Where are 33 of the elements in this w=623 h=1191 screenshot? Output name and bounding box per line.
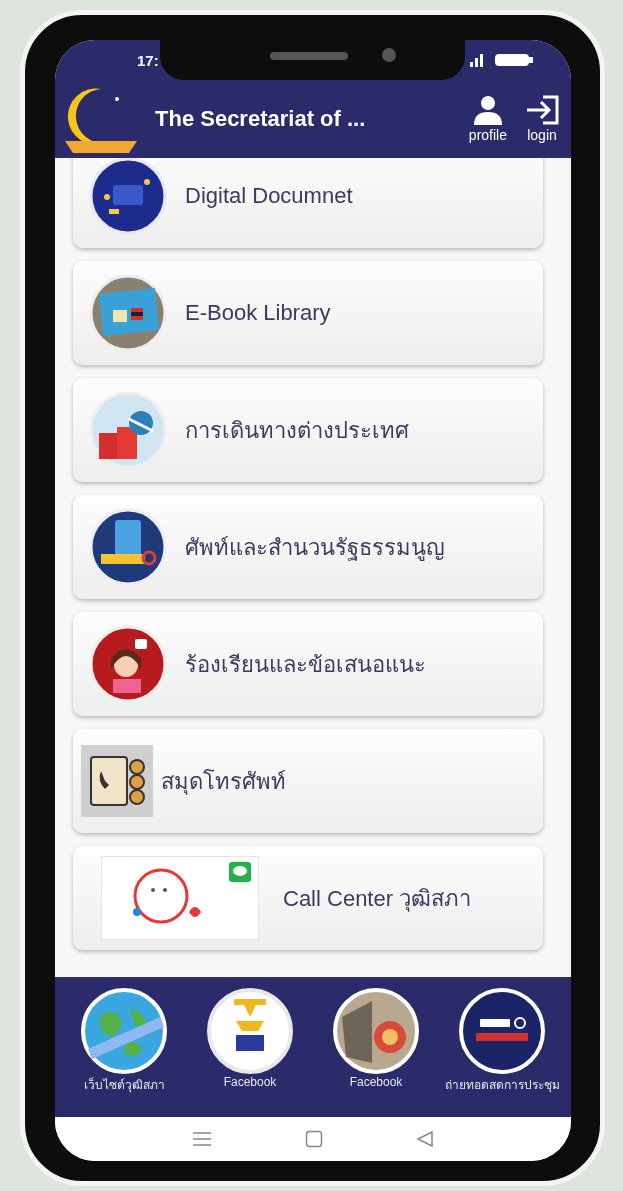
building-photo-icon[interactable] [332,987,420,1075]
menu-card[interactable]: การเดินทางต่างประเทศ [73,378,543,482]
menu-label: E-Book Library [185,300,331,326]
login-button[interactable]: login [521,91,563,147]
nav-label: Facebook [349,1075,403,1089]
signal-icon [469,53,483,67]
menu-label: ศัพท์และสำนวนรัฐธรรมนูญ [185,533,445,563]
menu-card[interactable]: ศัพท์และสำนวนรัฐธรรมนูญ [73,495,543,599]
live-streaming-icon[interactable] [458,987,546,1075]
menu-card[interactable]: สมุดโทรศัพท์ [73,729,543,833]
phonebook-thumbnail [81,745,153,817]
menu-label: ร้องเรียนและข้อเสนอแนะ [185,650,426,679]
menu-label: สมุดโทรศัพท์ [161,767,286,797]
nav-label: Facebook [223,1075,277,1089]
menu-label: Digital Documnet [185,183,353,209]
nav-label: เว็บไซต์วุฒิสภา [83,1076,165,1094]
menu-label: การเดินทางต่างประเทศ [185,416,409,445]
home-icon[interactable] [305,1130,323,1148]
menu-card[interactable]: Call Center วุฒิสภา [73,846,543,950]
menu-card[interactable]: ร้องเรียนและข้อเสนอแนะ [73,612,543,716]
app-title: The Secretariat of ... [155,106,367,132]
status-time: 17: [137,51,159,69]
menu-card[interactable]: E-Book Library [73,261,543,365]
login-icon [525,95,559,125]
person-icon [471,95,504,125]
nav-label: ถ่ายทอดสดการประชุม [444,1077,560,1094]
battery-icon [495,54,533,66]
menu-label: Call Center วุฒิสภา [283,884,472,914]
globe-icon[interactable] [80,987,168,1075]
menu-card[interactable]: Digital Documnet [73,158,543,248]
back-icon[interactable] [416,1130,435,1148]
profile-button[interactable]: profile [464,91,511,147]
emblem-icon[interactable] [206,987,294,1075]
